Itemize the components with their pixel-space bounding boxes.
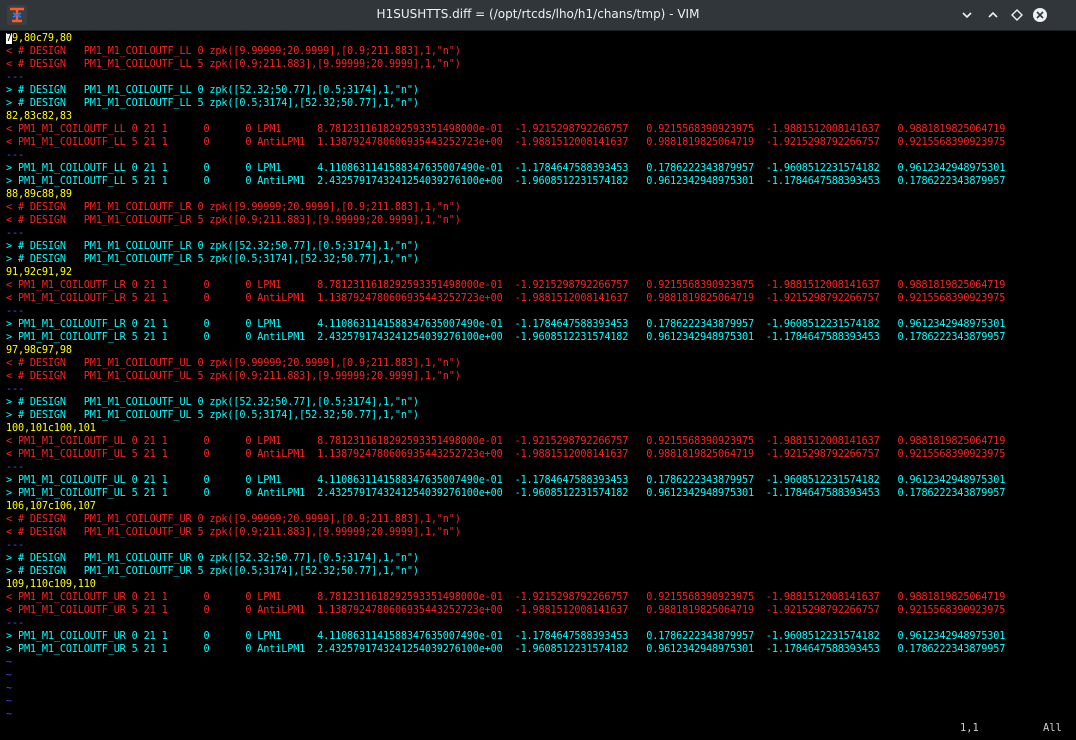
diff-added-line[interactable]: > # DESIGN PM1_M1_COILOUTF_UR 0 zpk([52.…: [6, 552, 419, 565]
diff-removed-line[interactable]: < # DESIGN PM1_M1_COILOUTF_LL 0 zpk([9.9…: [6, 45, 461, 58]
diff-removed-line[interactable]: < # DESIGN PM1_M1_COILOUTF_UL 0 zpk([9.9…: [6, 357, 461, 370]
diff-added-line[interactable]: > PM1_M1_COILOUTF_UR 0 21 1 0 0 LPM1 4.1…: [6, 630, 1005, 643]
diff-added-line[interactable]: > PM1_M1_COILOUTF_LL 0 21 1 0 0 LPM1 4.1…: [6, 162, 1005, 175]
diff-added-line[interactable]: > PM1_M1_COILOUTF_UR 5 21 1 0 0 AntiLPM1…: [6, 643, 1005, 656]
diff-removed-line[interactable]: < # DESIGN PM1_M1_COILOUTF_UL 5 zpk([0.9…: [6, 370, 461, 383]
diff-removed-line[interactable]: < PM1_M1_COILOUTF_UL 0 21 1 0 0 LPM1 8.7…: [6, 435, 1005, 448]
vim-editor-buffer[interactable]: 79,80c79,80 < # DESIGN PM1_M1_COILOUTF_LL…: [0, 31, 1076, 740]
maximize-icon[interactable]: [1008, 6, 1026, 24]
help-icon[interactable]: [958, 6, 976, 24]
diff-removed-line[interactable]: < # DESIGN PM1_M1_COILOUTF_UR 5 zpk([0.9…: [6, 526, 461, 539]
window-title: H1SUSHTTS.diff = (/opt/rtcds/lho/h1/chan…: [376, 7, 700, 21]
diff-added-line[interactable]: > # DESIGN PM1_M1_COILOUTF_LR 0 zpk([52.…: [6, 240, 419, 253]
diff-removed-line[interactable]: < PM1_M1_COILOUTF_UR 0 21 1 0 0 LPM1 8.7…: [6, 591, 1005, 604]
diff-hunk-header[interactable]: 88,89c88,89: [6, 188, 72, 201]
diff-added-line[interactable]: > # DESIGN PM1_M1_COILOUTF_LL 0 zpk([52.…: [6, 84, 419, 97]
diff-separator[interactable]: ---: [6, 227, 24, 240]
diff-removed-line[interactable]: < # DESIGN PM1_M1_COILOUTF_LL 5 zpk([0.9…: [6, 58, 461, 71]
diff-separator[interactable]: ---: [6, 149, 24, 162]
diff-separator[interactable]: ---: [6, 71, 24, 84]
diff-hunk-header[interactable]: 91,92c91,92: [6, 266, 72, 279]
title-bar[interactable]: H1SUSHTTS.diff = (/opt/rtcds/lho/h1/chan…: [0, 0, 1076, 31]
close-icon[interactable]: [1031, 6, 1049, 24]
empty-line-tilde: ~: [6, 683, 12, 694]
diff-separator[interactable]: ---: [6, 539, 24, 552]
diff-separator[interactable]: ---: [6, 461, 24, 474]
vim-window: H1SUSHTTS.diff = (/opt/rtcds/lho/h1/chan…: [0, 0, 1076, 740]
empty-line-tilde: ~: [6, 696, 12, 707]
diff-hunk-header[interactable]: 97,98c97,98: [6, 344, 72, 357]
diff-added-line[interactable]: > PM1_M1_COILOUTF_LR 0 21 1 0 0 LPM1 4.1…: [6, 318, 1005, 331]
diff-removed-line[interactable]: < PM1_M1_COILOUTF_UL 5 21 1 0 0 AntiLPM1…: [6, 448, 1005, 461]
diff-added-line[interactable]: > PM1_M1_COILOUTF_UL 0 21 1 0 0 LPM1 4.1…: [6, 474, 1005, 487]
diff-hunk-header[interactable]: 82,83c82,83: [6, 110, 72, 123]
diff-removed-line[interactable]: < PM1_M1_COILOUTF_LL 0 21 1 0 0 LPM1 8.7…: [6, 123, 1005, 136]
diff-hunk-header[interactable]: 109,110c109,110: [6, 578, 96, 591]
empty-line-tilde: ~: [6, 670, 12, 681]
diff-removed-line[interactable]: < PM1_M1_COILOUTF_UR 5 21 1 0 0 AntiLPM1…: [6, 604, 1005, 617]
diff-added-line[interactable]: > PM1_M1_COILOUTF_LL 5 21 1 0 0 AntiLPM1…: [6, 175, 1005, 188]
minimize-icon[interactable]: [984, 6, 1002, 24]
diff-removed-line[interactable]: < # DESIGN PM1_M1_COILOUTF_LR 0 zpk([9.9…: [6, 201, 461, 214]
empty-line-tilde: ~: [6, 709, 12, 720]
diff-added-line[interactable]: > # DESIGN PM1_M1_COILOUTF_LR 5 zpk([0.5…: [6, 253, 419, 266]
diff-added-line[interactable]: > # DESIGN PM1_M1_COILOUTF_UL 0 zpk([52.…: [6, 396, 419, 409]
diff-added-line[interactable]: > PM1_M1_COILOUTF_LR 5 21 1 0 0 AntiLPM1…: [6, 331, 1005, 344]
diff-removed-line[interactable]: < PM1_M1_COILOUTF_LR 0 21 1 0 0 LPM1 8.7…: [6, 279, 1005, 292]
scroll-indicator: All: [1043, 722, 1062, 734]
diff-removed-line[interactable]: < PM1_M1_COILOUTF_LR 5 21 1 0 0 AntiLPM1…: [6, 292, 1005, 305]
diff-hunk-header[interactable]: 106,107c106,107: [6, 500, 96, 513]
hunk-header-text: 9,80c79,80: [11, 33, 72, 44]
diff-separator[interactable]: ---: [6, 383, 24, 396]
diff-added-line[interactable]: > # DESIGN PM1_M1_COILOUTF_LL 5 zpk([0.5…: [6, 97, 419, 110]
diff-separator[interactable]: ---: [6, 617, 24, 630]
diff-hunk-header[interactable]: 79,80c79,80: [6, 32, 72, 45]
diff-added-line[interactable]: > # DESIGN PM1_M1_COILOUTF_UR 5 zpk([0.5…: [6, 565, 419, 578]
cursor-position: 1,1: [960, 722, 979, 734]
diff-removed-line[interactable]: < # DESIGN PM1_M1_COILOUTF_LR 5 zpk([0.9…: [6, 214, 461, 227]
empty-line-tilde: ~: [6, 657, 12, 668]
diff-removed-line[interactable]: < # DESIGN PM1_M1_COILOUTF_UR 0 zpk([9.9…: [6, 513, 461, 526]
diff-separator[interactable]: ---: [6, 305, 24, 318]
diff-removed-line[interactable]: < PM1_M1_COILOUTF_LL 5 21 1 0 0 AntiLPM1…: [6, 136, 1005, 149]
diff-hunk-header[interactable]: 100,101c100,101: [6, 422, 96, 435]
diff-added-line[interactable]: > # DESIGN PM1_M1_COILOUTF_UL 5 zpk([0.5…: [6, 409, 419, 422]
diff-added-line[interactable]: > PM1_M1_COILOUTF_UL 5 21 1 0 0 AntiLPM1…: [6, 487, 1005, 500]
